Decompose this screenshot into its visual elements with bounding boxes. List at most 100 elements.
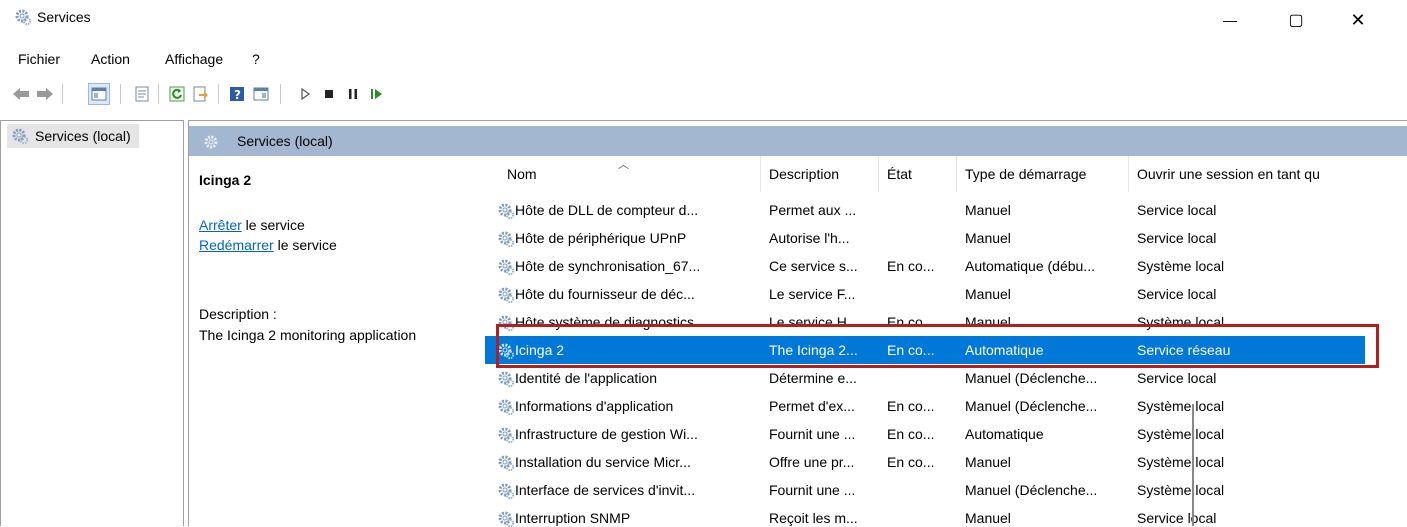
stop-service-link[interactable]: Arrêter <box>199 217 242 233</box>
service-row[interactable]: Hôte de périphérique UPnP Autorise l'h...… <box>485 224 1365 252</box>
service-state-cell <box>887 196 955 224</box>
service-gear-icon <box>498 483 515 500</box>
back-arrow-icon <box>13 88 29 100</box>
column-header-nom[interactable]: Nom <box>499 156 761 192</box>
toolbar-separator <box>158 84 159 104</box>
tree-item-services-local[interactable]: Services (local) <box>7 124 139 148</box>
service-description-cell: Offre une pr... <box>769 454 855 470</box>
stop-service-button[interactable] <box>318 83 340 105</box>
close-button[interactable]: ✕ <box>1338 6 1378 34</box>
play-icon <box>301 88 311 100</box>
refresh-icon <box>169 86 185 102</box>
stop-icon <box>325 90 333 98</box>
service-state-cell: En co... <box>887 342 935 358</box>
minimize-button[interactable]: — <box>1210 6 1250 34</box>
toolbar-separator <box>218 84 219 104</box>
start-service-button[interactable] <box>294 83 316 105</box>
forward-arrow-icon <box>37 88 53 100</box>
service-startup-cell: Manuel <box>965 202 1011 218</box>
service-startup-cell: Manuel <box>965 286 1011 302</box>
service-gear-icon <box>498 287 515 304</box>
show-action-pane-button[interactable] <box>250 83 272 105</box>
service-row[interactable]: Interface de services d'invit... Fournit … <box>485 476 1365 504</box>
minimize-icon: — <box>1223 12 1237 28</box>
service-logon-cell: Service local <box>1137 202 1217 218</box>
service-logon-cell: Système local <box>1137 426 1225 442</box>
service-gear-icon <box>498 203 515 220</box>
maximize-button[interactable]: ▢ <box>1276 6 1316 34</box>
back-button[interactable] <box>10 83 32 105</box>
service-gear-icon <box>498 371 515 388</box>
service-name-cell: Icinga 2 <box>515 342 565 358</box>
menu-help[interactable]: ? <box>252 51 260 67</box>
service-state-cell: En co... <box>887 258 935 274</box>
service-row[interactable]: Hôte de synchronisation_67... Ce service … <box>485 252 1365 280</box>
restart-service-action: Redémarrer le service <box>199 237 337 253</box>
description-label: Description : <box>199 306 277 322</box>
service-description-cell: Reçoit les m... <box>769 510 858 526</box>
restart-service-button[interactable] <box>366 83 388 105</box>
service-row[interactable]: Interruption SNMP Reçoit les m... Manuel Se… <box>485 504 1365 527</box>
service-row[interactable]: Hôte du fournisseur de déc... Le service … <box>485 280 1365 308</box>
service-name-cell: Interface de services d'invit... <box>515 482 696 498</box>
vertical-scrollbar[interactable] <box>1192 404 1194 526</box>
pane-header-title: Services (local) <box>237 133 333 149</box>
service-startup-cell: Manuel <box>965 510 1011 526</box>
service-description-cell: The Icinga 2... <box>769 342 858 358</box>
service-gear-icon <box>498 315 515 332</box>
service-gear-icon <box>498 343 515 360</box>
toolbar-separator <box>62 84 63 104</box>
column-header-description[interactable]: Description <box>761 156 879 192</box>
menu-action[interactable]: Action <box>91 51 130 67</box>
service-description-cell: Fournit une ... <box>769 482 856 498</box>
column-header-type-demarrage[interactable]: Type de démarrage <box>957 156 1129 192</box>
service-state-cell: En co... <box>887 314 935 330</box>
service-row[interactable]: Hôte système de diagnostics Le service H.… <box>485 308 1365 336</box>
console-tree: Services (local) <box>0 120 184 526</box>
close-icon: ✕ <box>1350 9 1366 30</box>
service-gear-icon <box>498 427 515 444</box>
service-gear-icon <box>498 455 515 472</box>
column-header-ouvrir-session[interactable]: Ouvrir une session en tant qu <box>1129 156 1369 192</box>
service-state-cell: En co... <box>887 398 935 414</box>
show-hide-tree-button[interactable] <box>88 83 110 105</box>
details-pane: Services (local) Icinga 2 Arrêter le ser… <box>188 120 1407 527</box>
menu-bar: Fichier Action Affichage ? <box>0 44 1407 70</box>
service-gear-icon <box>498 231 515 248</box>
service-description-cell: Le service H... <box>769 314 859 330</box>
service-logon-cell: Service local <box>1137 286 1217 302</box>
properties-button[interactable] <box>131 83 153 105</box>
service-name-cell: Installation du service Micr... <box>515 454 691 470</box>
tree-item-label: Services (local) <box>35 128 131 144</box>
forward-button[interactable] <box>34 83 56 105</box>
service-state-cell: En co... <box>887 426 935 442</box>
service-row[interactable]: Infrastructure de gestion Wi... Fournit u… <box>485 420 1365 448</box>
service-row[interactable]: Informations d'application Permet d'ex...… <box>485 392 1365 420</box>
service-startup-cell: Manuel <box>965 314 1011 330</box>
service-name-cell: Hôte de périphérique UPnP <box>515 230 687 246</box>
restart-service-link[interactable]: Redémarrer <box>199 237 274 253</box>
pause-service-button[interactable] <box>342 83 364 105</box>
menu-affichage[interactable]: Affichage <box>165 51 223 67</box>
service-description-cell: Permet aux ... <box>769 202 857 218</box>
service-row[interactable]: Identité de l'application Détermine e... M… <box>485 364 1365 392</box>
refresh-button[interactable] <box>166 83 188 105</box>
description-text: The Icinga 2 monitoring application <box>199 327 417 343</box>
service-description-cell: Le service F... <box>769 286 856 302</box>
column-header-etat[interactable]: État <box>879 156 957 192</box>
help-button[interactable]: ? <box>226 83 248 105</box>
service-row-selected[interactable]: Icinga 2 The Icinga 2... En co... Automatiq… <box>485 336 1365 364</box>
service-row[interactable]: Installation du service Micr... Offre une… <box>485 448 1365 476</box>
service-startup-cell: Manuel <box>965 230 1011 246</box>
console-tree-icon <box>91 87 107 101</box>
column-headers: ︿ Nom Description État Type de démarrage… <box>485 156 1385 192</box>
services-gear-icon <box>15 9 32 26</box>
service-row[interactable]: Hôte de DLL de compteur d... Permet aux .… <box>485 196 1365 224</box>
service-logon-cell: Service local <box>1137 370 1217 386</box>
services-list: ︿ Nom Description État Type de démarrage… <box>485 156 1407 527</box>
service-name-cell: Hôte de synchronisation_67... <box>515 258 701 274</box>
menu-fichier[interactable]: Fichier <box>18 51 60 67</box>
service-gear-icon <box>498 399 515 416</box>
service-startup-cell: Manuel (Déclenche... <box>965 482 1098 498</box>
export-list-button[interactable] <box>190 83 212 105</box>
